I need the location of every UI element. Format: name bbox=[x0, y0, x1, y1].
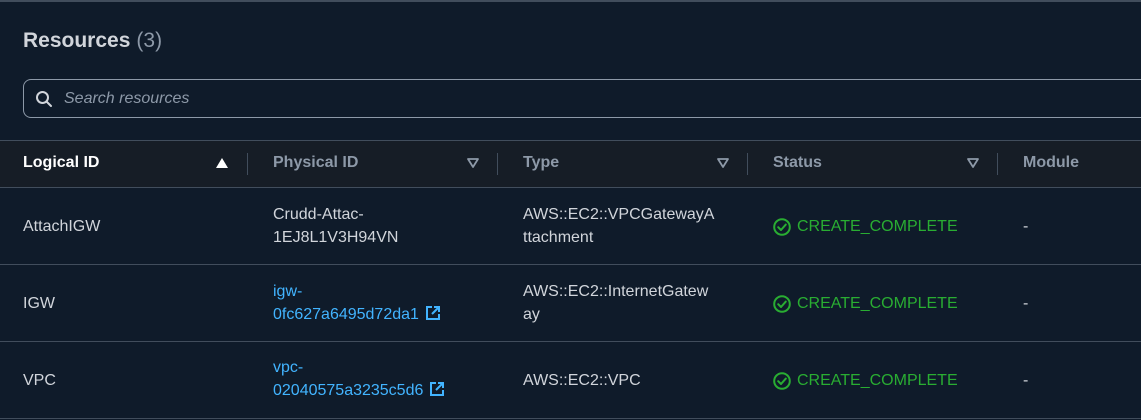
resources-panel: Resources (3) Search resources Logical I… bbox=[0, 0, 1141, 420]
caret-down-outline-icon[interactable] bbox=[717, 158, 729, 168]
column-divider[interactable] bbox=[997, 153, 998, 175]
caret-up-filled-icon[interactable] bbox=[216, 158, 228, 168]
column-header-module[interactable]: Module bbox=[1023, 154, 1079, 172]
table-row: IGW igw- 0fc627a6495d72da1 AWS::EC2::Int… bbox=[0, 265, 1141, 342]
check-circle-icon bbox=[773, 294, 791, 313]
type-line: ay bbox=[523, 306, 540, 323]
check-circle-icon bbox=[773, 371, 791, 390]
type-cell: AWS::EC2::InternetGatew ay bbox=[523, 280, 708, 326]
caret-down-outline-icon[interactable] bbox=[467, 158, 479, 168]
column-header-type[interactable]: Type bbox=[523, 154, 559, 172]
type-line: AWS::EC2::VPCGatewayA bbox=[523, 206, 715, 223]
module-cell: - bbox=[1023, 218, 1029, 235]
column-header-status[interactable]: Status bbox=[773, 154, 822, 172]
physical-id-line: Crudd-Attac- bbox=[273, 206, 364, 223]
logical-id-cell: VPC bbox=[23, 372, 56, 389]
module-cell: - bbox=[1023, 295, 1029, 312]
external-link-icon[interactable] bbox=[425, 305, 441, 321]
type-line: AWS::EC2::InternetGatew bbox=[523, 283, 709, 300]
type-cell: AWS::EC2::VPCGatewayA ttachment bbox=[523, 203, 714, 249]
status-text: CREATE_COMPLETE bbox=[797, 372, 958, 389]
physical-id-line: 1EJ8L1V3H94VN bbox=[273, 229, 399, 246]
physical-id-cell: Crudd-Attac- 1EJ8L1V3H94VN bbox=[273, 203, 398, 249]
physical-id-link[interactable]: igw- 0fc627a6495d72da1 bbox=[273, 280, 441, 326]
column-divider[interactable] bbox=[497, 153, 498, 175]
column-header-physical-id[interactable]: Physical ID bbox=[273, 154, 358, 172]
logical-id-cell: AttachIGW bbox=[23, 218, 101, 235]
physical-id-line[interactable]: igw- bbox=[273, 280, 441, 303]
check-circle-icon bbox=[773, 217, 791, 236]
logical-id-cell: IGW bbox=[23, 295, 55, 312]
table-row: AttachIGW Crudd-Attac- 1EJ8L1V3H94VN AWS… bbox=[0, 188, 1141, 265]
physical-id-line[interactable]: 0fc627a6495d72da1 bbox=[273, 306, 419, 323]
panel-title: Resources bbox=[23, 29, 131, 52]
column-divider[interactable] bbox=[247, 153, 248, 175]
status-cell: CREATE_COMPLETE bbox=[773, 292, 958, 315]
search-placeholder: Search resources bbox=[64, 90, 190, 107]
status-text: CREATE_COMPLETE bbox=[797, 295, 958, 312]
column-divider[interactable] bbox=[747, 153, 748, 175]
caret-down-outline-icon[interactable] bbox=[967, 158, 979, 168]
panel-header: Resources (3) bbox=[23, 29, 162, 57]
status-cell: CREATE_COMPLETE bbox=[773, 215, 958, 238]
search-icon bbox=[36, 91, 52, 107]
module-cell: - bbox=[1023, 372, 1029, 389]
status-text: CREATE_COMPLETE bbox=[797, 218, 958, 235]
search-input[interactable]: Search resources bbox=[23, 79, 1141, 118]
physical-id-link[interactable]: vpc- 02040575a3235c5d6 bbox=[273, 356, 445, 402]
type-line: ttachment bbox=[523, 229, 594, 246]
physical-id-line[interactable]: 02040575a3235c5d6 bbox=[273, 382, 423, 399]
resource-count: (3) bbox=[136, 29, 163, 52]
column-header-logical-id[interactable]: Logical ID bbox=[23, 154, 99, 172]
table-row: VPC vpc- 02040575a3235c5d6 AWS::EC2::VPC… bbox=[0, 342, 1141, 419]
type-line: AWS::EC2::VPC bbox=[523, 372, 641, 389]
physical-id-line[interactable]: vpc- bbox=[273, 356, 445, 379]
external-link-icon[interactable] bbox=[429, 381, 445, 397]
type-cell: AWS::EC2::VPC bbox=[523, 369, 641, 392]
table-header: Logical ID Physical ID Type Status Modul… bbox=[0, 141, 1141, 188]
status-cell: CREATE_COMPLETE bbox=[773, 369, 958, 392]
